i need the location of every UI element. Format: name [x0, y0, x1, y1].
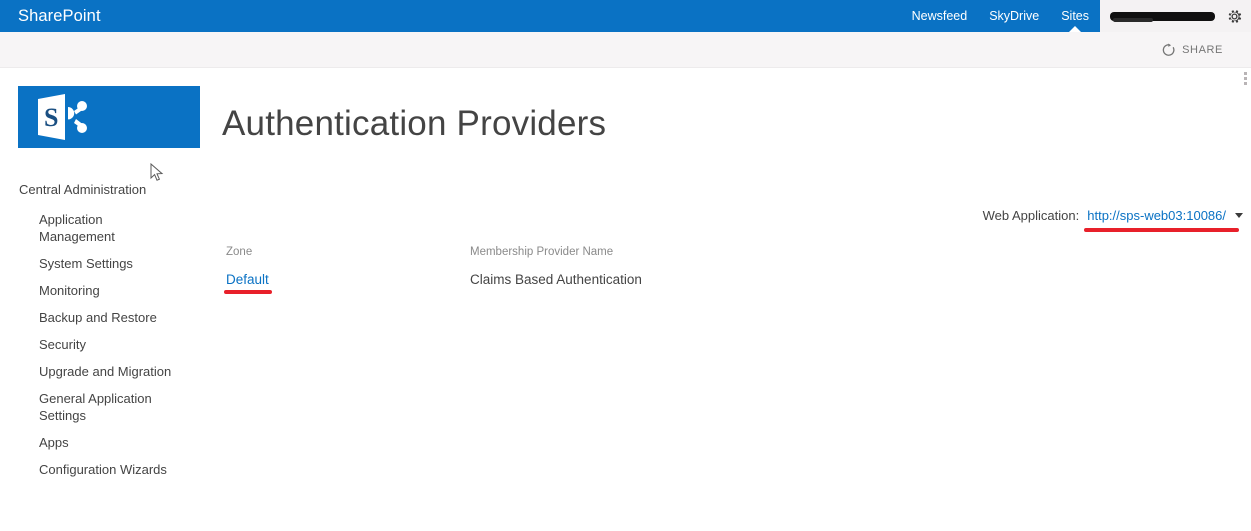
sidebar-item-backup-and-restore[interactable]: Backup and Restore: [18, 304, 179, 331]
suite-link-skydrive[interactable]: SkyDrive: [978, 0, 1050, 32]
sidebar-item-general-application-settings[interactable]: General Application Settings: [18, 385, 179, 429]
web-application-selector: Web Application: http://sps-web03:10086/: [983, 208, 1243, 223]
table-row: Default Claims Based Authentication: [226, 272, 846, 287]
sidebar-item-apps[interactable]: Apps: [18, 429, 179, 456]
column-header-zone: Zone: [226, 246, 253, 258]
command-band: SHARE: [0, 32, 1251, 85]
sharepoint-logo-icon[interactable]: S: [18, 86, 200, 148]
sidebar-item-monitoring[interactable]: Monitoring: [18, 277, 179, 304]
table-header-row: Zone Membership Provider Name: [226, 246, 846, 272]
suite-bar-right: Newsfeed SkyDrive Sites: [901, 0, 1251, 32]
share-circle-icon: [1162, 43, 1176, 57]
web-application-label: Web Application:: [982, 208, 1080, 223]
cell-membership-provider-name: Claims Based Authentication: [470, 272, 642, 287]
user-name-redacted: [1110, 11, 1215, 22]
suite-link-sites[interactable]: Sites: [1050, 0, 1100, 32]
cell-zone: Default: [226, 272, 470, 287]
annotation-underline-web-application: [1084, 228, 1239, 232]
page-title: Authentication Providers: [222, 104, 607, 143]
chevron-down-icon[interactable]: [1235, 213, 1243, 218]
share-label: SHARE: [1182, 44, 1223, 56]
sidebar-item-system-settings[interactable]: System Settings: [18, 250, 179, 277]
user-menu[interactable]: [1100, 0, 1251, 32]
suite-bar: SharePoint Newsfeed SkyDrive Sites: [0, 0, 1251, 32]
authentication-providers-table: Zone Membership Provider Name Default Cl…: [226, 246, 846, 287]
left-navigation: Central Administration Application Manag…: [18, 180, 218, 483]
svg-text:S: S: [44, 103, 58, 132]
sidebar-item-security[interactable]: Security: [18, 331, 179, 358]
sidebar-item-application-management[interactable]: Application Management: [18, 206, 179, 250]
gear-icon[interactable]: [1226, 8, 1243, 25]
annotation-underline-zone-default: [224, 290, 272, 294]
page-actions-ellipsis-icon[interactable]: [1244, 72, 1247, 85]
column-header-membership-provider-name: Membership Provider Name: [470, 246, 614, 258]
suite-link-newsfeed[interactable]: Newsfeed: [901, 0, 979, 32]
zone-default-link[interactable]: Default: [226, 272, 269, 287]
sidebar-item-upgrade-and-migration[interactable]: Upgrade and Migration: [18, 358, 179, 385]
sidebar-item-configuration-wizards[interactable]: Configuration Wizards: [18, 456, 179, 483]
share-button[interactable]: SHARE: [1162, 43, 1223, 57]
suite-brand-sharepoint[interactable]: SharePoint: [18, 7, 101, 26]
nav-heading-central-administration[interactable]: Central Administration: [18, 180, 218, 206]
web-application-value[interactable]: http://sps-web03:10086/: [1087, 208, 1226, 223]
